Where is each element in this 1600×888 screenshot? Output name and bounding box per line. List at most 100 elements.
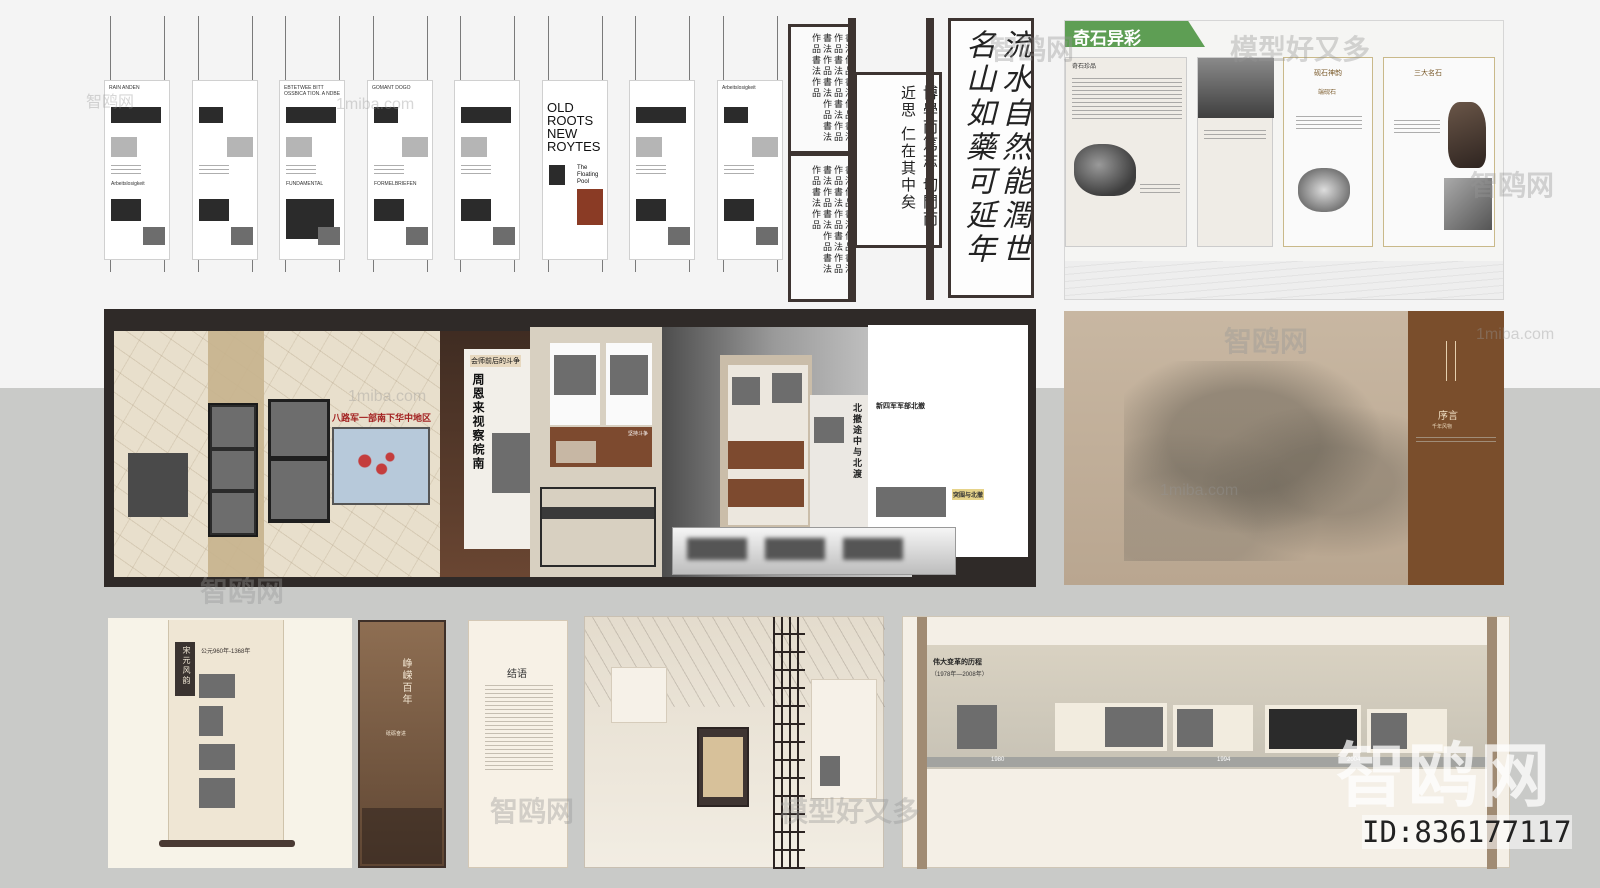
side-panel-text	[1416, 437, 1496, 445]
stone-panel-3-text	[1296, 116, 1362, 130]
hanging-panel-photo-a	[111, 107, 161, 123]
hanging-panel-photo-d	[756, 227, 778, 245]
history-photo-stack-1	[208, 403, 258, 537]
hanging-panel-photo-a	[374, 107, 398, 123]
landscape-wall: 序言 千年风物	[1064, 311, 1504, 585]
hanging-panel-photo-b	[461, 137, 487, 157]
hanging-panel-photo-a	[461, 107, 511, 123]
stone-panel-1-text	[1072, 78, 1182, 122]
hanging-panel-sub: Arbeitslosigkeit	[111, 181, 145, 187]
stone-banner: 奇石异彩	[1065, 21, 1205, 47]
stone-panel-3-sub: 端砚石	[1318, 90, 1337, 96]
lattice-screen	[773, 617, 805, 869]
stone-photo-1	[1074, 144, 1136, 196]
hanging-panel-photo-a	[199, 107, 223, 123]
stone-panel-3-title: 砚石神韵	[1314, 69, 1342, 77]
hanging-panel-photo-c	[636, 199, 666, 221]
white-panel-caption: 突围与北撤	[952, 489, 985, 500]
timeline-year-1: 1980	[991, 757, 1005, 763]
map-region-red	[348, 445, 404, 485]
hanging-panel-photo-d	[318, 227, 340, 245]
brown-caption-panel: 坚持斗争	[550, 427, 652, 467]
calligraphy-large-text: 流水自然能潤世 名山如藥可延年	[960, 29, 1031, 267]
history-photo-s5	[271, 461, 327, 519]
zhou-vertical-title: 周恩来视察皖南	[471, 373, 485, 471]
zhou-portrait	[492, 433, 532, 493]
hanging-panel-photo	[549, 165, 565, 185]
stone-photo-3	[1298, 168, 1350, 212]
hanging-panel-4: GOMANT DOGO FORMELBRIEFEN	[367, 80, 433, 260]
hanging-panel-8: Arbeitslosigkeit	[717, 80, 783, 260]
side-panel-lines	[1446, 341, 1456, 381]
scroll-photo-1	[199, 674, 235, 698]
nested-photo-1	[732, 377, 760, 405]
brown-caption-tag: 坚持斗争	[627, 431, 648, 437]
hanging-panel-sub: FUNDAMENTAL	[286, 181, 324, 187]
hanging-panel-photo-b	[111, 137, 137, 157]
scroll-panel: 宋元风韵 公元960年-1368年	[159, 620, 295, 847]
hanging-panel-text	[111, 165, 141, 175]
table-blur-3	[843, 538, 903, 560]
hanging-panel-photo-c	[199, 199, 229, 221]
photo-card-b-img	[610, 355, 648, 395]
timeline-range: （1978年—2008年）	[931, 672, 988, 678]
hanging-panel-photo-b	[752, 137, 778, 157]
hanging-panel-1: RAIN ANDEN Arbeitslosigkeit	[104, 80, 170, 260]
epilogue-title: 结语	[507, 669, 527, 680]
nested-photo-2	[772, 373, 802, 403]
stone-panel-2	[1197, 57, 1274, 247]
stand-divider	[791, 151, 853, 156]
tall-panel-right: 北撤途中与北渡	[810, 395, 868, 545]
nested-brown-2	[728, 479, 804, 507]
hanging-panel-photo-b	[636, 137, 662, 157]
side-panel-sub: 千年风物	[1432, 424, 1453, 430]
hanging-panel-text	[724, 165, 754, 175]
stone-photo-2	[1198, 58, 1274, 118]
hanging-panel-6: OLD ROOTS NEW ROYTES The Floating Pool	[542, 80, 608, 260]
hanging-panel-big-title: OLD ROOTS NEW ROYTES	[547, 100, 601, 154]
hanging-panel-photo-d	[493, 227, 515, 245]
history-photo-s1	[212, 407, 254, 447]
hanging-panel-photo-c	[374, 199, 404, 221]
history-wall: 八路军一部南下华中地区 会师前后的斗争 周恩来视察皖南 坚持斗争 北撤途中与北渡	[104, 309, 1036, 587]
hanging-panel-text	[374, 165, 404, 175]
epilogue-text	[485, 685, 553, 771]
hanging-panel-title: EBTETWEE BITT OSSBICA TION. A NDBE	[284, 85, 341, 97]
scroll-photo-3	[199, 744, 235, 770]
history-photo-stack-2	[268, 399, 330, 523]
scroll-photo-4	[199, 778, 235, 808]
landscape-side-panel: 序言 千年风物	[1408, 311, 1504, 585]
hanging-panel-photo-d	[668, 227, 690, 245]
hanging-panel-photo-a	[724, 107, 748, 123]
calligraphy-stand-left: 書法作品書法作品書法作品書法作品書法作品書法作品書法作品書法作品書法作品 書法作…	[788, 24, 856, 302]
watermark-id: ID:836177117	[1362, 815, 1572, 849]
white-panel-header: 新四军军部北撤	[876, 403, 925, 410]
photo-card-b	[606, 343, 652, 425]
history-photo-s4	[271, 402, 327, 456]
tall-panel-vertical-title: 北撤途中与北渡	[851, 403, 861, 480]
stone-panel-3: 砚石神韵 端砚石	[1283, 57, 1373, 247]
stone-wave-base	[1065, 261, 1503, 299]
hanging-panel-text	[461, 165, 491, 175]
brown-panel-photo	[362, 808, 442, 864]
hanging-panel-photo-b	[286, 137, 312, 157]
hanging-panel-text	[286, 165, 316, 175]
hanging-panel-title: RAIN ANDEN	[109, 85, 140, 91]
front-display-table	[672, 527, 956, 575]
timeline-title: 伟大变革的历程	[933, 659, 982, 666]
stone-panel-4: 三大名石	[1383, 57, 1495, 247]
timeline-card-2	[1173, 705, 1253, 751]
history-photo-s2	[212, 451, 254, 489]
stone-panel-2-text	[1204, 130, 1266, 142]
photo-card-a-img	[554, 355, 596, 395]
brown-panel-title: 峥嵘百年	[400, 658, 411, 706]
photo-card-a	[550, 343, 600, 425]
hanging-panel-sub: FORMELBRIEFEN	[374, 181, 417, 187]
vitrine-top	[542, 507, 654, 519]
white-panel-photo	[876, 487, 946, 517]
hanging-panel-title: GOMANT DOGO	[372, 85, 411, 91]
brown-caption-photo	[556, 441, 596, 463]
map-region	[332, 427, 430, 505]
arch-card-right	[811, 679, 877, 799]
hanging-panel-7	[629, 80, 695, 260]
